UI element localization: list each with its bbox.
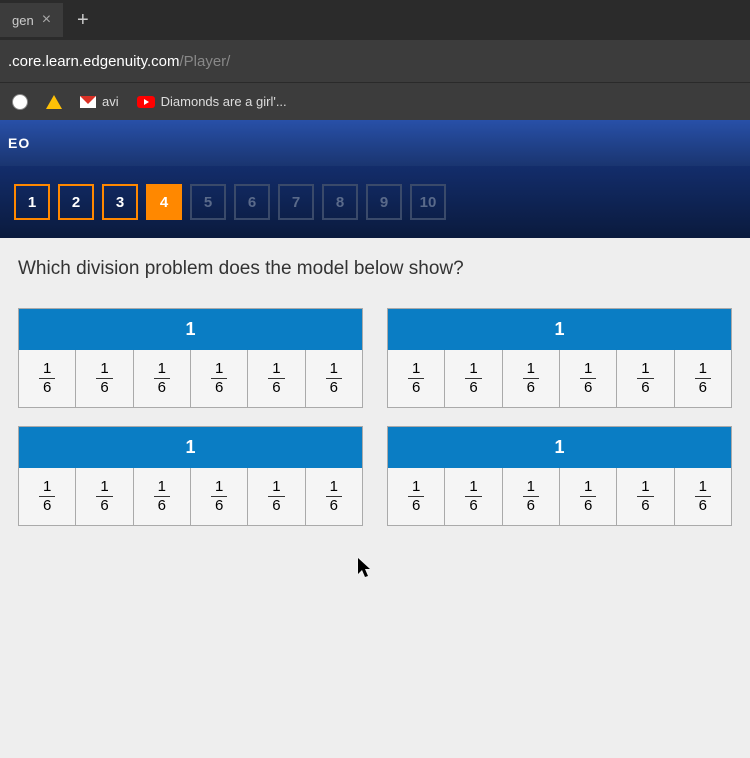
fraction-cell: 16 xyxy=(306,350,362,407)
nav-question-5: 5 xyxy=(190,184,226,220)
tab-strip: gen × + xyxy=(0,0,750,40)
bookmark-gmail[interactable]: avi xyxy=(80,94,119,109)
fraction-cell: 16 xyxy=(675,350,731,407)
fraction-cell: 16 xyxy=(248,468,305,525)
youtube-icon xyxy=(137,96,155,108)
fraction-model: 1161616161616 xyxy=(18,308,363,408)
fraction-model: 1161616161616 xyxy=(387,426,732,526)
content-area: Which division problem does the model be… xyxy=(0,238,750,758)
fraction-cell: 16 xyxy=(617,350,674,407)
new-tab-button[interactable]: + xyxy=(63,9,103,32)
nav-question-9: 9 xyxy=(366,184,402,220)
fraction-cell: 16 xyxy=(388,350,445,407)
fraction-cell: 16 xyxy=(76,350,133,407)
browser-tab[interactable]: gen × xyxy=(0,3,63,37)
model-whole-label: 1 xyxy=(388,309,731,350)
bookmarks-bar: avi Diamonds are a girl'... xyxy=(0,82,750,120)
nav-question-8: 8 xyxy=(322,184,358,220)
fraction-cell: 16 xyxy=(191,350,248,407)
fraction-cell: 16 xyxy=(19,350,76,407)
url-text: .core.learn.edgenuity.com/Player/ xyxy=(8,53,230,70)
nav-question-2[interactable]: 2 xyxy=(58,184,94,220)
fraction-cell: 16 xyxy=(306,468,362,525)
fraction-model: 1161616161616 xyxy=(18,426,363,526)
url-domain: .core.learn.edgenuity.com xyxy=(8,53,179,70)
question-text: Which division problem does the model be… xyxy=(18,258,732,280)
fraction-cell: 16 xyxy=(503,350,560,407)
fraction-cell: 16 xyxy=(560,468,617,525)
bookmark-item[interactable] xyxy=(12,94,28,110)
fraction-cell: 16 xyxy=(191,468,248,525)
model-whole-label: 1 xyxy=(19,309,362,350)
model-cells: 161616161616 xyxy=(19,350,362,407)
fraction-cell: 16 xyxy=(76,468,133,525)
nav-question-3[interactable]: 3 xyxy=(102,184,138,220)
model-cells: 161616161616 xyxy=(19,468,362,525)
fraction-cell: 16 xyxy=(134,350,191,407)
nav-question-1[interactable]: 1 xyxy=(14,184,50,220)
question-nav: 12345678910 xyxy=(0,166,750,238)
bookmark-label: Diamonds are a girl'... xyxy=(161,94,287,109)
drive-icon xyxy=(46,95,62,109)
tab-label: gen xyxy=(12,13,34,28)
nav-question-4[interactable]: 4 xyxy=(146,184,182,220)
url-path: /Player/ xyxy=(179,53,230,70)
url-bar[interactable]: .core.learn.edgenuity.com/Player/ xyxy=(0,40,750,82)
fraction-cell: 16 xyxy=(445,350,502,407)
model-whole-label: 1 xyxy=(19,427,362,468)
gmail-icon xyxy=(80,96,96,108)
fraction-models: 1161616161616116161616161611616161616161… xyxy=(18,308,732,526)
model-whole-label: 1 xyxy=(388,427,731,468)
model-cells: 161616161616 xyxy=(388,468,731,525)
fraction-cell: 16 xyxy=(19,468,76,525)
app-header-label: EO xyxy=(8,135,30,151)
globe-icon xyxy=(12,94,28,110)
fraction-cell: 16 xyxy=(445,468,502,525)
bookmark-label: avi xyxy=(102,94,119,109)
bookmark-youtube[interactable]: Diamonds are a girl'... xyxy=(137,94,287,109)
close-icon[interactable]: × xyxy=(42,11,51,29)
fraction-cell: 16 xyxy=(388,468,445,525)
bookmark-drive[interactable] xyxy=(46,95,62,109)
app-header: EO xyxy=(0,120,750,166)
nav-question-10: 10 xyxy=(410,184,446,220)
fraction-cell: 16 xyxy=(503,468,560,525)
nav-question-7: 7 xyxy=(278,184,314,220)
model-cells: 161616161616 xyxy=(388,350,731,407)
fraction-cell: 16 xyxy=(675,468,731,525)
fraction-model: 1161616161616 xyxy=(387,308,732,408)
fraction-cell: 16 xyxy=(617,468,674,525)
fraction-cell: 16 xyxy=(248,350,305,407)
fraction-cell: 16 xyxy=(560,350,617,407)
fraction-cell: 16 xyxy=(134,468,191,525)
nav-question-6: 6 xyxy=(234,184,270,220)
